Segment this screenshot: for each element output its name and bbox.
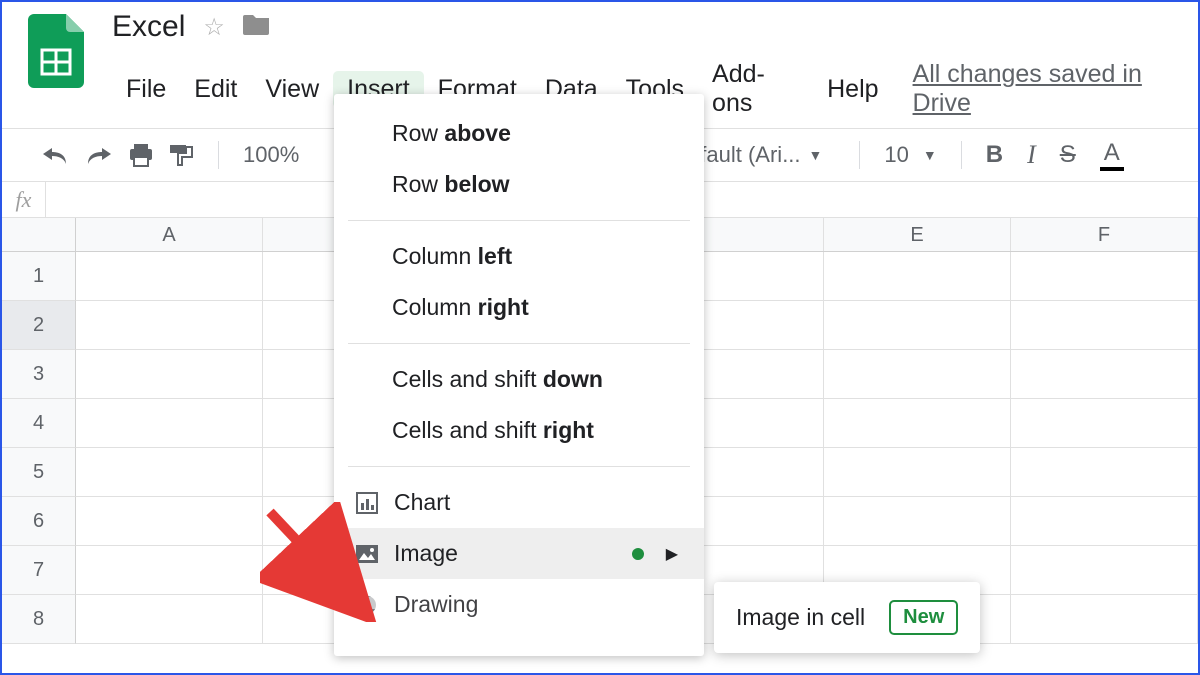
menu-chart[interactable]: Chart	[334, 477, 704, 528]
menu-label: Chart	[394, 489, 450, 516]
undo-icon[interactable]	[40, 145, 70, 165]
cell[interactable]	[824, 350, 1011, 399]
redo-icon[interactable]	[84, 145, 114, 165]
cell[interactable]	[76, 399, 263, 448]
menu-row-above[interactable]: Row above	[334, 108, 704, 159]
insert-menu-dropdown: Row above Row below Column left Column r…	[334, 94, 704, 656]
new-badge: New	[889, 600, 958, 635]
cell[interactable]	[76, 350, 263, 399]
new-dot-indicator	[632, 548, 644, 560]
cell[interactable]	[824, 301, 1011, 350]
cell[interactable]	[824, 448, 1011, 497]
cell[interactable]	[76, 595, 263, 644]
row-header[interactable]: 8	[2, 595, 76, 644]
menu-view[interactable]: View	[251, 71, 333, 108]
zoom-level[interactable]: 100%	[243, 142, 299, 168]
cell[interactable]	[824, 399, 1011, 448]
cell[interactable]	[824, 252, 1011, 301]
cell[interactable]	[1011, 546, 1198, 595]
menu-cells-shift-right[interactable]: Cells and shift right	[334, 405, 704, 456]
menu-column-left[interactable]: Column left	[334, 231, 704, 282]
bold-button[interactable]: B	[986, 141, 1003, 169]
image-submenu: Image in cell New	[714, 582, 980, 653]
menu-column-right[interactable]: Column right	[334, 282, 704, 333]
folder-icon[interactable]	[243, 13, 271, 41]
cell[interactable]	[1011, 301, 1198, 350]
cell[interactable]	[1011, 497, 1198, 546]
cell[interactable]	[76, 448, 263, 497]
font-label: fault (Ari...	[700, 142, 800, 168]
cell[interactable]	[76, 252, 263, 301]
column-header[interactable]: E	[824, 218, 1011, 251]
font-selector[interactable]: fault (Ari... ▼	[687, 141, 835, 169]
row-header[interactable]: 4	[2, 399, 76, 448]
menu-help[interactable]: Help	[813, 71, 892, 108]
cell[interactable]	[1011, 252, 1198, 301]
print-icon[interactable]	[128, 143, 154, 167]
cell[interactable]	[1011, 399, 1198, 448]
image-icon	[354, 541, 380, 567]
menu-drawing[interactable]: Drawing	[334, 579, 704, 630]
cell[interactable]	[1011, 595, 1198, 644]
row-header[interactable]: 1	[2, 252, 76, 301]
column-header[interactable]: F	[1011, 218, 1198, 251]
cell[interactable]	[824, 497, 1011, 546]
cell[interactable]	[1011, 350, 1198, 399]
row-header[interactable]: 3	[2, 350, 76, 399]
paint-format-icon[interactable]	[168, 143, 194, 167]
menu-image[interactable]: Image ▶	[334, 528, 704, 579]
submenu-image-in-cell[interactable]: Image in cell	[736, 604, 865, 631]
star-icon[interactable]: ☆	[203, 13, 225, 42]
menu-addons[interactable]: Add-ons	[698, 56, 813, 122]
strikethrough-button[interactable]: S	[1060, 141, 1076, 169]
text-color-button[interactable]: A	[1100, 139, 1124, 171]
font-size-selector[interactable]: 10 ▼	[884, 142, 936, 168]
menu-edit[interactable]: Edit	[180, 71, 251, 108]
row-header[interactable]: 5	[2, 448, 76, 497]
row-header[interactable]: 2	[2, 301, 76, 350]
menu-label: Drawing	[394, 591, 478, 618]
cell[interactable]	[76, 546, 263, 595]
caret-down-icon: ▼	[923, 147, 937, 163]
caret-down-icon: ▼	[809, 147, 823, 163]
italic-button[interactable]: I	[1027, 140, 1036, 170]
menu-row-below[interactable]: Row below	[334, 159, 704, 210]
font-size-value: 10	[884, 142, 908, 168]
menu-file[interactable]: File	[112, 71, 180, 108]
cell[interactable]	[76, 301, 263, 350]
row-header[interactable]: 7	[2, 546, 76, 595]
menu-label: Image	[394, 540, 458, 567]
submenu-arrow-icon: ▶	[666, 544, 678, 564]
save-status[interactable]: All changes saved in Drive	[913, 60, 1188, 118]
document-title[interactable]: Excel	[112, 10, 185, 44]
cell[interactable]	[1011, 448, 1198, 497]
fx-label: fx	[2, 182, 46, 217]
column-header[interactable]: A	[76, 218, 263, 251]
select-all-corner[interactable]	[2, 218, 76, 251]
sheets-logo	[28, 14, 84, 93]
chart-icon	[354, 490, 380, 516]
drawing-icon	[354, 592, 380, 618]
row-header[interactable]: 6	[2, 497, 76, 546]
menu-cells-shift-down[interactable]: Cells and shift down	[334, 354, 704, 405]
cell[interactable]	[76, 497, 263, 546]
